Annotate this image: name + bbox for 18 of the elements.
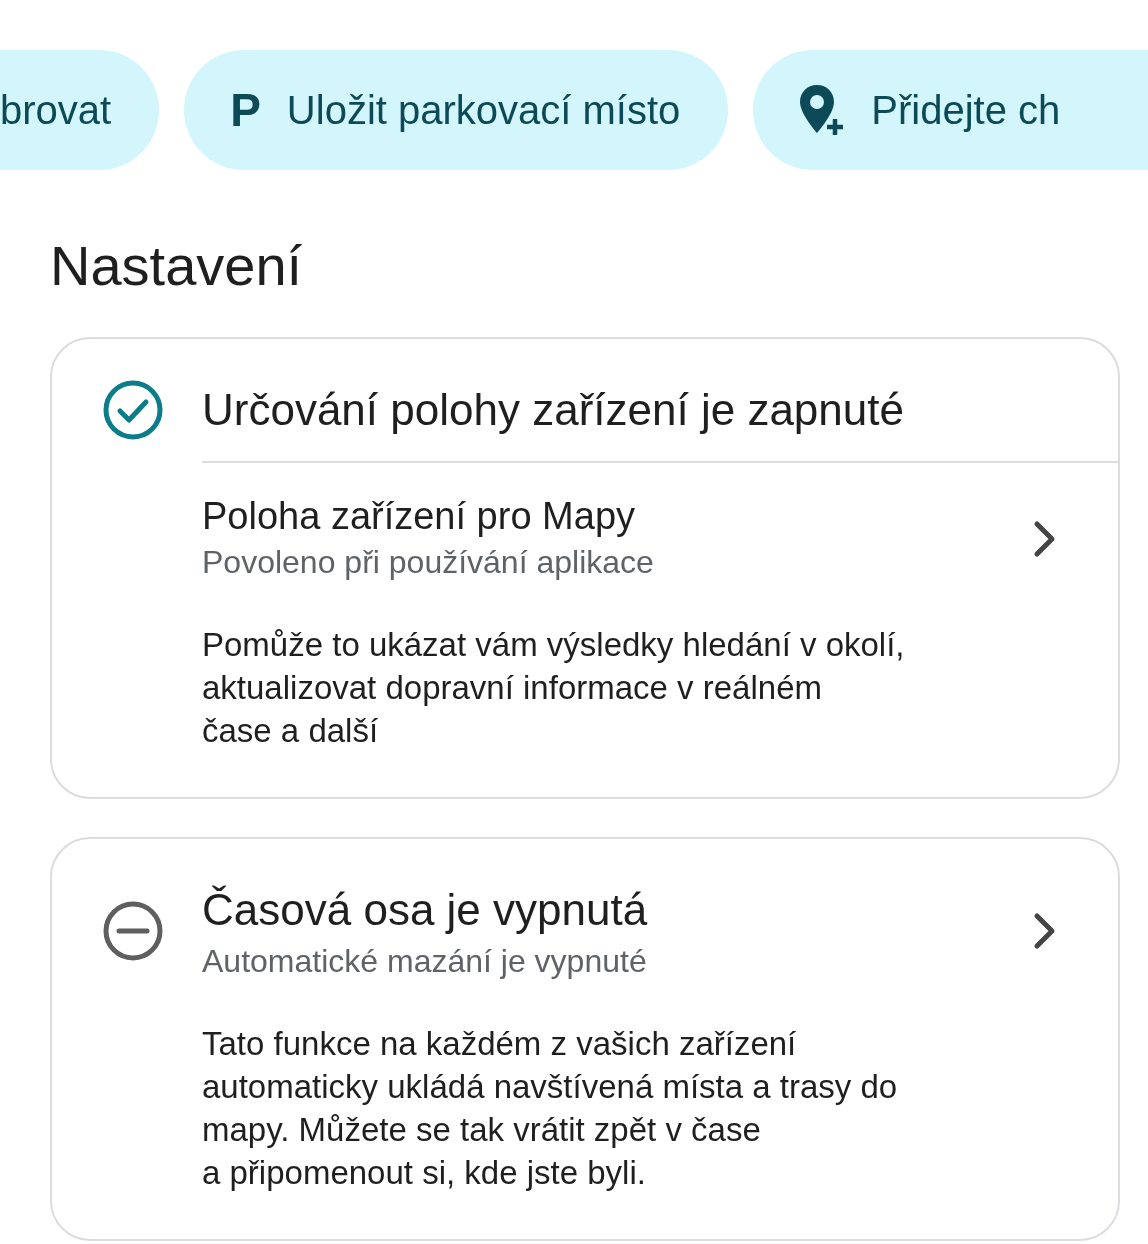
parking-icon: P (230, 83, 261, 137)
chip-label: Přidejte ch (871, 87, 1061, 133)
row-title: Poloha zařízení pro Mapy (202, 494, 636, 540)
action-chip[interactable]: brovat (0, 50, 160, 170)
chip-label: Uložit parkovací místo (286, 87, 681, 133)
row-subtitle: Povoleno při používání aplikace (202, 542, 654, 582)
card-title: Určování polohy zařízení je zapnuté (202, 384, 904, 437)
settings-row[interactable]: Poloha zařízení pro Mapy Povoleno při používání aplikace (52, 493, 1118, 584)
card-description: Tato funkce na každém z vašich zařízení automaticky ukládá navštívená místa a trasy do mapy. Můžete se tak vrátit zpět v čase a připomenout si, kde jste byli. (202, 1024, 899, 1193)
pin-plus-icon (797, 83, 846, 137)
section-heading: Nastavení (49, 233, 304, 299)
row-subtitle: Automatické mazání je vypnuté (202, 942, 648, 982)
action-chip[interactable]: Přidejte ch (753, 50, 1148, 170)
settings-row[interactable]: Časová osa je vypnutá Automatické mazání je vypnuté (52, 878, 1118, 984)
card-title: Časová osa je vypnutá (202, 883, 649, 936)
card-description: Pomůže to ukázat vám výsledky hledání v okolí, aktualizovat dopravní informace v reálném čase a další (202, 624, 906, 751)
action-chip[interactable]: P Uložit parkovací místo (184, 50, 729, 170)
chip-label: brovat (0, 87, 112, 133)
